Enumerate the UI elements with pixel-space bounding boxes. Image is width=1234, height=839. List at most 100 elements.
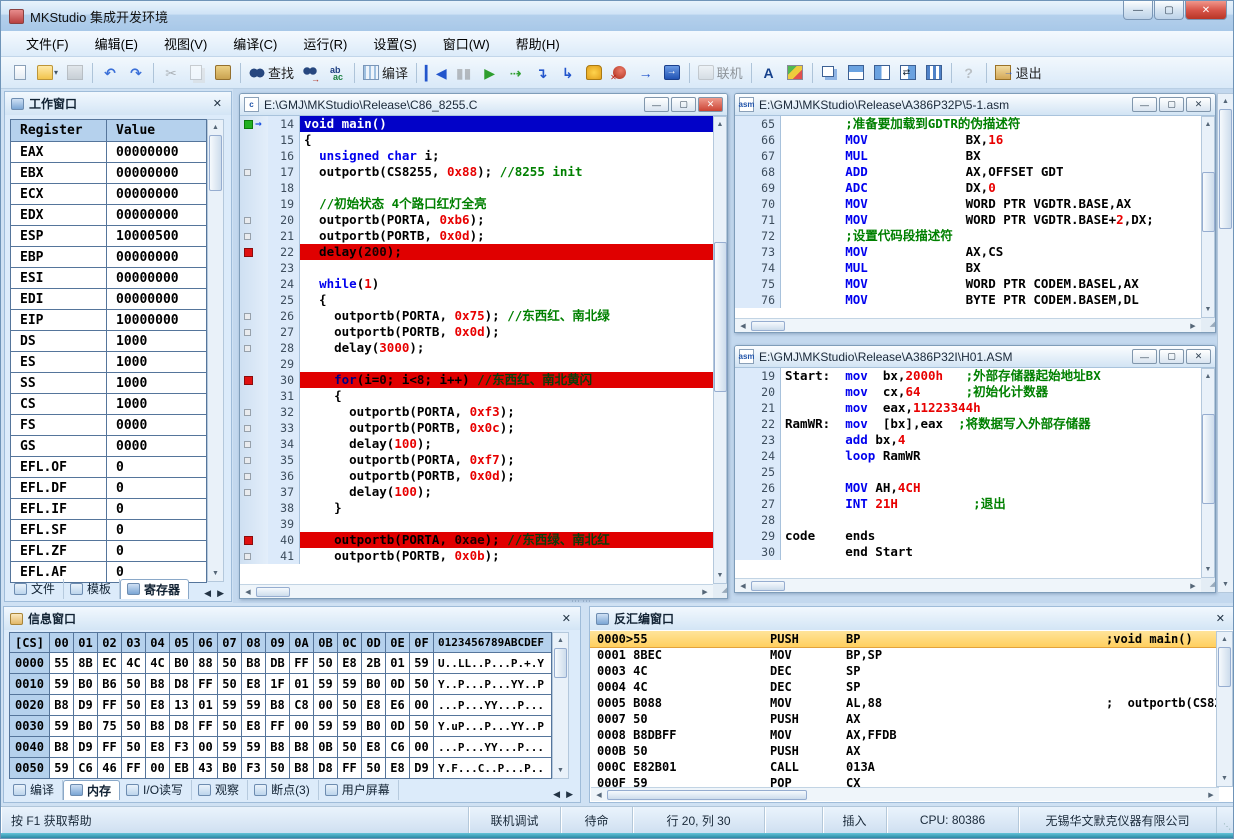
code-line[interactable]: 24 while(1) xyxy=(240,276,713,292)
info-tab-watch[interactable]: 观察 xyxy=(192,780,248,800)
window-columns-button[interactable] xyxy=(922,61,946,85)
hex-byte[interactable]: 59 xyxy=(50,758,74,779)
menu-item-6[interactable]: 窗口(W) xyxy=(430,31,503,56)
gutter-breakpoint-margin[interactable] xyxy=(240,532,268,548)
break-button[interactable] xyxy=(582,61,606,85)
code-text[interactable]: outportb(PORTA, 0xae); //东西绿、南北红 xyxy=(300,532,713,548)
gutter-breakpoint-margin[interactable] xyxy=(240,372,268,388)
minimize-button[interactable]: — xyxy=(1123,1,1153,20)
code-text[interactable]: Start: mov bx,2000h ;外部存储器起始地址BX xyxy=(781,368,1201,384)
register-value[interactable]: 00000000 xyxy=(107,247,207,268)
register-value[interactable]: 00000000 xyxy=(107,142,207,163)
code-line[interactable]: 19Start: mov bx,2000h ;外部存储器起始地址BX xyxy=(735,368,1201,384)
maximize-button[interactable]: ▢ xyxy=(1154,1,1184,20)
code-text[interactable]: outportb(PORTB, 0x0b); xyxy=(300,548,713,564)
code-line[interactable]: 36 outportb(PORTB, 0x0d); xyxy=(240,468,713,484)
register-row[interactable]: EBX00000000 xyxy=(11,163,207,184)
code-line[interactable]: 72 ;设置代码段描述符 xyxy=(735,228,1201,244)
code-text[interactable]: ADC DX,0 xyxy=(781,180,1201,196)
code-line[interactable]: 16 unsigned char i; xyxy=(240,148,713,164)
code-text[interactable]: MOV WORD PTR VGDTR.BASE+2,DX; xyxy=(781,212,1201,228)
code-line[interactable]: 20 mov cx,64 ;初始化计数器 xyxy=(735,384,1201,400)
hex-byte[interactable]: 00 xyxy=(290,716,314,737)
code-text[interactable]: { xyxy=(300,132,713,148)
code-text[interactable]: MOV AX,CS xyxy=(781,244,1201,260)
gutter-breakpoint-margin[interactable] xyxy=(240,548,268,564)
scroll-up-icon[interactable]: ▲ xyxy=(1205,117,1212,132)
hex-byte[interactable]: 75 xyxy=(98,716,122,737)
restore-button[interactable]: ▢ xyxy=(671,97,696,112)
hex-byte[interactable]: 59 xyxy=(338,716,362,737)
hex-byte[interactable]: B0 xyxy=(74,716,98,737)
code-line[interactable]: 73 MOV AX,CS xyxy=(735,244,1201,260)
scrollbar-thumb[interactable] xyxy=(607,790,807,800)
hex-byte[interactable]: 01 xyxy=(386,653,410,674)
minimize-button[interactable]: — xyxy=(1132,97,1157,112)
info-panel-header[interactable]: 信息窗口 ✕ xyxy=(4,607,580,630)
disasm-row[interactable]: 0003 4CDECSP xyxy=(590,663,1219,679)
scroll-left-icon[interactable]: ◀ xyxy=(735,322,751,330)
find-button[interactable]: 查找 xyxy=(246,61,297,85)
code-text[interactable]: void main() xyxy=(300,116,713,132)
code-line[interactable]: 18 xyxy=(240,180,713,196)
hex-byte[interactable]: C8 xyxy=(290,695,314,716)
register-row[interactable]: EIP10000000 xyxy=(11,310,207,331)
code-line[interactable]: 31 { xyxy=(240,388,713,404)
hex-byte[interactable]: 50 xyxy=(338,695,362,716)
code-text[interactable]: outportb(CS8255, 0x88); //8255 init xyxy=(300,164,713,180)
code-text[interactable]: mov eax,11223344h xyxy=(781,400,1201,416)
step-over-button[interactable]: ⇢ xyxy=(504,61,528,85)
hex-byte[interactable]: B0 xyxy=(218,758,242,779)
goto-button[interactable] xyxy=(660,61,684,85)
gutter-breakpoint-margin[interactable] xyxy=(240,244,268,260)
editor-asm1-titlebar[interactable]: asm E:\GMJ\MKStudio\Release\A386P32P\5-1… xyxy=(735,94,1215,116)
code-text[interactable]: MOV WORD PTR CODEM.BASEL,AX xyxy=(781,276,1201,292)
paste-button[interactable] xyxy=(211,61,235,85)
hex-byte[interactable]: F3 xyxy=(242,758,266,779)
register-value[interactable]: 0000 xyxy=(107,436,207,457)
register-value[interactable]: 0 xyxy=(107,478,207,499)
online-button[interactable]: 联机 xyxy=(695,61,746,85)
copy-button[interactable] xyxy=(185,61,209,85)
register-value[interactable]: 10000500 xyxy=(107,226,207,247)
register-row[interactable]: EFL.OF0 xyxy=(11,457,207,478)
gutter-breakpoint-margin[interactable] xyxy=(240,452,268,468)
save-file-button[interactable] xyxy=(63,61,87,85)
code-text[interactable]: MOV BX,16 xyxy=(781,132,1201,148)
register-value[interactable]: 0 xyxy=(107,499,207,520)
code-line[interactable]: 69 ADC DX,0 xyxy=(735,180,1201,196)
tab-scroll-left-icon[interactable]: ◀ xyxy=(553,789,560,800)
code-text[interactable] xyxy=(781,512,1201,528)
work-tab-template[interactable]: 模板 xyxy=(64,579,120,599)
close-button[interactable]: ✕ xyxy=(1186,349,1211,364)
hex-byte[interactable]: B8 xyxy=(50,737,74,758)
disasm-row[interactable]: 0007 50PUSHAX xyxy=(590,711,1219,727)
hex-byte[interactable]: B8 xyxy=(266,737,290,758)
editor-c-titlebar[interactable]: c E:\GMJ\MKStudio\Release\C86_8255.C — ▢… xyxy=(240,94,727,116)
register-value[interactable]: 00000000 xyxy=(107,289,207,310)
hex-row[interactable]: 0000558BEC4C4CB08850B8DBFF50E82B0159U..L… xyxy=(10,653,552,674)
register-value[interactable]: 1000 xyxy=(107,373,207,394)
arrange-windows-button[interactable] xyxy=(896,61,920,85)
redo-button[interactable]: ↷ xyxy=(124,61,148,85)
hex-byte[interactable]: FF xyxy=(122,758,146,779)
code-text[interactable]: for(i=0; i<8; i++) //东西红、南北黄闪 xyxy=(300,372,713,388)
help-button[interactable]: ? xyxy=(957,61,981,85)
gutter-breakpoint-margin[interactable] xyxy=(240,132,268,148)
disasm-vscrollbar[interactable]: ▲ ▼ xyxy=(1216,631,1233,787)
hex-byte[interactable]: E8 xyxy=(242,674,266,695)
code-line[interactable]: 17 outportb(CS8255, 0x88); //8255 init xyxy=(240,164,713,180)
code-line[interactable]: 21 mov eax,11223344h xyxy=(735,400,1201,416)
hex-byte[interactable]: 50 xyxy=(362,758,386,779)
hex-byte[interactable]: 50 xyxy=(122,674,146,695)
scrollbar-thumb[interactable] xyxy=(714,242,727,392)
hex-byte[interactable]: FF xyxy=(98,695,122,716)
hex-row[interactable]: 005059C646FF00EB43B0F350B8D8FF50E8D9Y.F.… xyxy=(10,758,552,779)
hex-byte[interactable]: B8 xyxy=(146,716,170,737)
hex-byte[interactable]: D9 xyxy=(74,737,98,758)
editor-asm2-titlebar[interactable]: asm E:\GMJ\MKStudio\Release\A386P32I\H01… xyxy=(735,346,1215,368)
code-text[interactable]: outportb(PORTB, 0x0d); xyxy=(300,324,713,340)
register-row[interactable]: EFL.ZF0 xyxy=(11,541,207,562)
code-line[interactable]: 25 { xyxy=(240,292,713,308)
hex-byte[interactable]: E8 xyxy=(146,695,170,716)
